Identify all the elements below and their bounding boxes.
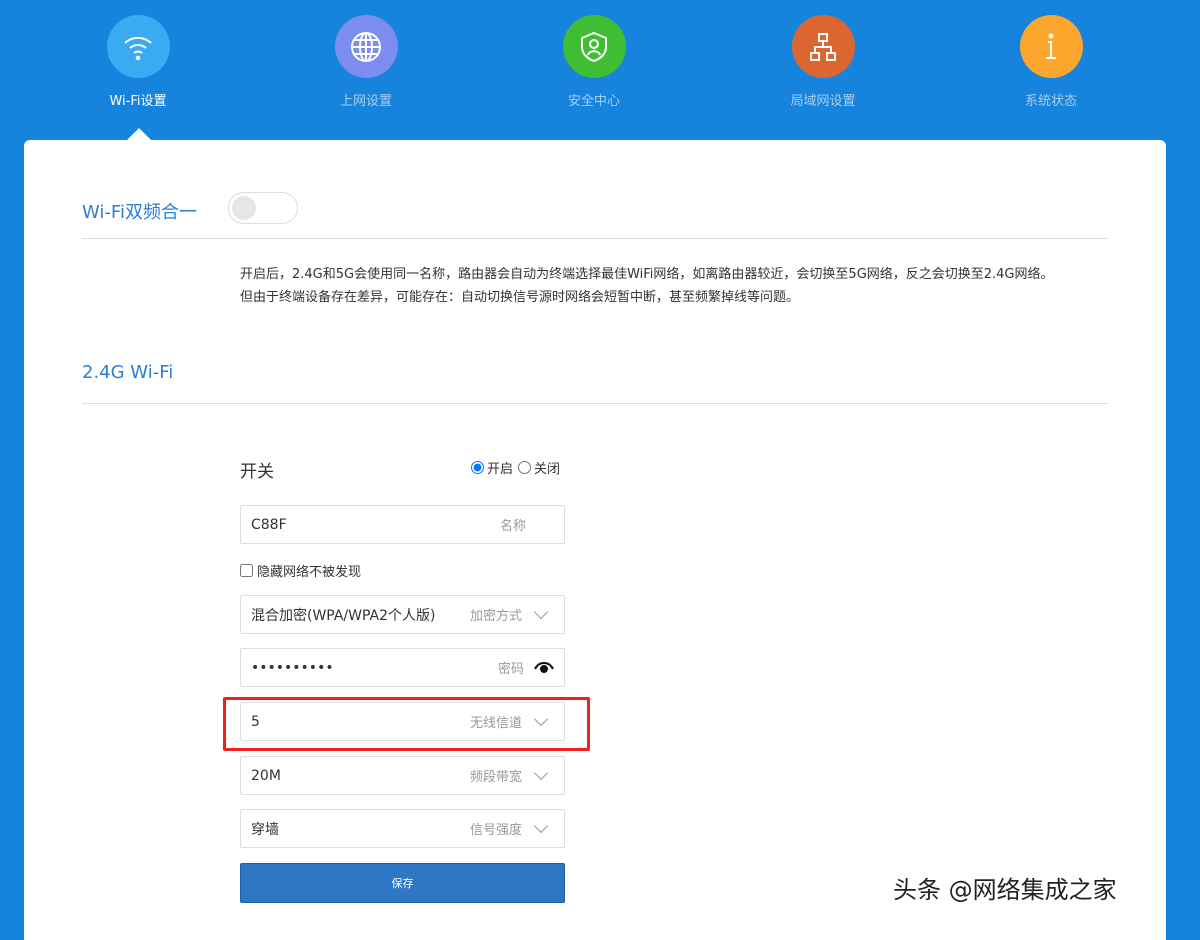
info-icon (1019, 15, 1083, 78)
chevron-down-icon (533, 604, 549, 620)
network-icon (791, 15, 855, 78)
divider (82, 403, 1108, 404)
desc-line-1: 开启后，2.4G和5G会使用同一名称，路由器会自动为终端选择最佳WiFi网络，如… (240, 267, 1054, 282)
ssid-input[interactable]: C88F 名称 (240, 505, 565, 544)
desc-line-2: 但由于终端设备存在差异，可能存在：自动切换信号源时网络会短暂中断，甚至频繁掉线等… (240, 290, 800, 305)
hide-network-checkbox[interactable] (240, 564, 253, 577)
settings-card: Wi-Fi双频合一 开启后，2.4G和5G会使用同一名称，路由器会自动为终端选择… (24, 140, 1166, 940)
nav-system-status[interactable]: 系统状态 (991, 15, 1111, 109)
globe-icon (334, 15, 398, 78)
bandwidth-select[interactable]: 20M 频段带宽 (240, 756, 565, 795)
chevron-down-icon (533, 818, 549, 834)
chevron-down-icon (533, 765, 549, 781)
active-tab-indicator (127, 128, 151, 140)
wifi-icon (106, 15, 170, 78)
radio-off-label: 关闭 (534, 462, 561, 477)
radio-on[interactable] (471, 461, 484, 474)
radio-on-label: 开启 (487, 462, 514, 477)
encryption-select[interactable]: 混合加密(WPA/WPA2个人版) 加密方式 (240, 595, 565, 634)
nav-internet-settings[interactable]: 上网设置 (306, 15, 426, 109)
dual-band-description: 开启后，2.4G和5G会使用同一名称，路由器会自动为终端选择最佳WiFi网络，如… (240, 263, 1054, 309)
signal-strength-select[interactable]: 穿墙 信号强度 (240, 809, 565, 848)
eye-icon[interactable] (534, 661, 554, 675)
highlight-annotation (223, 697, 590, 751)
dual-band-toggle[interactable] (228, 192, 298, 224)
hide-network-row: 隐藏网络不被发现 (240, 561, 361, 580)
hide-network-label: 隐藏网络不被发现 (257, 565, 362, 580)
save-button[interactable]: 保存 (240, 863, 565, 903)
divider (82, 238, 1108, 239)
dual-band-title: Wi-Fi双频合一 (82, 202, 197, 223)
toggle-knob (232, 196, 256, 220)
wifi24-title: 2.4G Wi-Fi (82, 362, 174, 383)
nav-lan-settings[interactable]: 局域网设置 (763, 15, 883, 109)
watermark: 头条 @网络集成之家 (893, 876, 1117, 904)
nav-security-center[interactable]: 安全中心 (534, 15, 654, 109)
nav-wifi-settings[interactable]: Wi-Fi设置 (78, 15, 198, 109)
shield-user-icon (562, 15, 626, 78)
top-nav: Wi-Fi设置 上网设置 安全中心 局域网设置 系统状态 (0, 0, 1200, 140)
switch-label: 开关 (240, 462, 274, 482)
radio-off[interactable] (518, 461, 532, 474)
switch-radio-group: 开启 关闭 (471, 458, 560, 477)
password-input[interactable]: •••••••••• 密码 (240, 648, 565, 687)
